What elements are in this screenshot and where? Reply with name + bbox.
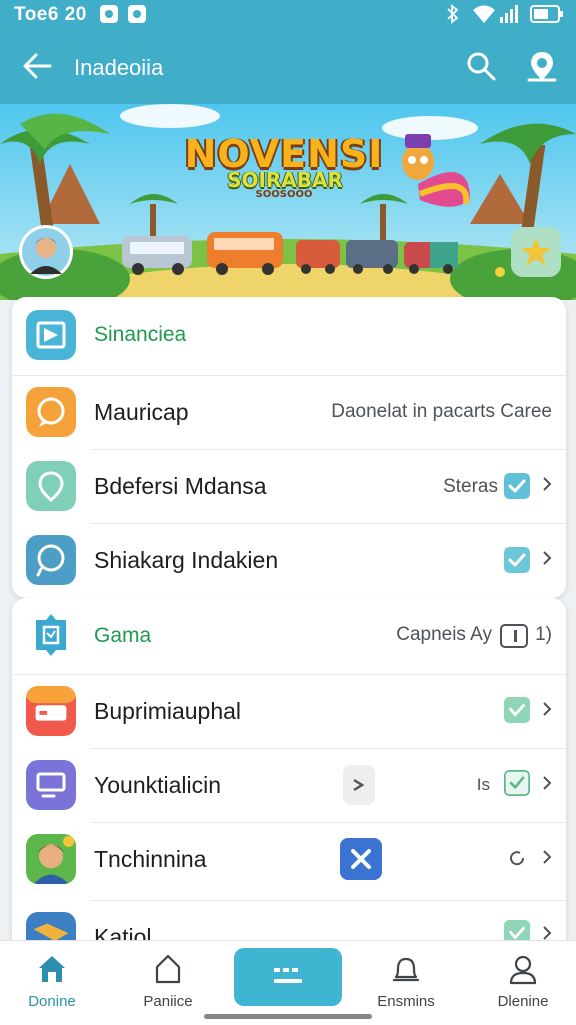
list-item-label: Mauricap (94, 399, 189, 425)
refresh-icon[interactable] (508, 849, 526, 867)
search-bubble-icon (26, 535, 76, 585)
nav-item-notifications[interactable]: Ensmins (351, 941, 461, 1025)
avatar[interactable] (18, 224, 74, 280)
character-avatar-icon (26, 834, 76, 884)
section-meta-2: 1) (535, 624, 552, 645)
nav-label: Ensmins (377, 993, 435, 1010)
section-header-row: Gama Capneis Ay 1) (12, 598, 566, 672)
game-icon (36, 614, 66, 656)
list-item[interactable]: Mauricap Daonelat in pacarts Caree (12, 375, 566, 449)
checkbox-checked[interactable] (504, 697, 530, 723)
chevron-right-icon (543, 551, 552, 565)
app-bar: Inadeoiia (0, 30, 576, 104)
home-indicator[interactable] (204, 1014, 372, 1019)
list-item-meta: Steras (443, 476, 498, 497)
section-header-row: Sinanciea (12, 297, 566, 371)
nav-item-bookmark[interactable]: Paniice (113, 941, 223, 1025)
list-item-label: Buprimiauphal (94, 698, 242, 724)
settings-card-1: Sinanciea Mauricap Daonelat in pacarts C… (12, 297, 566, 598)
nav-label: Dlenine (497, 993, 549, 1010)
battery-icon (530, 5, 563, 23)
list-item[interactable]: Shiakarg Indakien (12, 523, 566, 597)
section-meta: Capneis Ay (396, 624, 492, 645)
chevron-right-icon (543, 850, 552, 864)
checkbox-checked[interactable] (504, 547, 530, 573)
nav-item-home[interactable]: Donine (0, 941, 107, 1025)
home-icon (39, 956, 65, 982)
divider (90, 449, 566, 450)
promo-banner[interactable]: NOVENSI SOIRABAR SOOSOOO (0, 104, 576, 300)
bookmark-icon (155, 954, 181, 984)
divider (90, 900, 566, 901)
list-item-label: Shiakarg Indakien (94, 547, 279, 573)
divider (90, 748, 566, 749)
divider (90, 822, 566, 823)
star-badge-icon[interactable] (510, 226, 562, 278)
app-icon (26, 686, 76, 736)
close-icon[interactable] (340, 838, 382, 880)
signal-icon (500, 5, 518, 23)
page-title: Inadeoiia (74, 55, 164, 80)
chevron-right-icon (543, 776, 552, 790)
wifi-icon (473, 5, 495, 23)
notification-icon (100, 5, 118, 23)
divider (12, 375, 566, 376)
toggle-icon[interactable] (500, 624, 528, 648)
list-item[interactable]: Younktialicin Is (12, 748, 566, 822)
media-icon (26, 310, 76, 360)
bell-icon (392, 957, 420, 982)
section-label: Gama (94, 624, 152, 647)
divider (12, 674, 566, 675)
chat-bubble-icon (26, 387, 76, 437)
list-item-label: Younktialicin (94, 772, 222, 798)
checkbox-checked[interactable] (504, 473, 530, 499)
list-item[interactable]: Bdefersi Mdansa Steras (12, 449, 566, 523)
list-item-meta: Is (476, 775, 490, 794)
chevron-right-icon (543, 926, 552, 940)
bottom-nav: Donine Paniice Ensmins Dlenine (0, 940, 576, 1025)
back-arrow-icon[interactable] (22, 52, 52, 80)
menu-icon (274, 968, 302, 983)
list-item-label: Tnchinnina (94, 846, 207, 872)
list-item-label: Bdefersi Mdansa (94, 473, 267, 499)
status-time: Toe6 20 (14, 4, 87, 25)
nav-label: Paniice (143, 993, 193, 1010)
list-item[interactable]: Buprimiauphal (12, 674, 566, 748)
bluetooth-icon (447, 4, 459, 24)
status-bar: Toe6 20 (0, 0, 576, 30)
divider (90, 523, 566, 524)
section-label: Sinanciea (94, 323, 187, 346)
notification-icon (128, 5, 146, 23)
profile-icon (509, 955, 537, 985)
checkbox-checked[interactable] (504, 770, 530, 796)
list-item-meta: Daonelat in pacarts Caree (331, 401, 552, 422)
location-pin-icon[interactable] (527, 50, 557, 84)
list-item[interactable]: Tnchinnina (12, 822, 566, 896)
banner-tagline: SOOSOOO (255, 189, 313, 200)
chevron-right-icon (543, 477, 552, 491)
nav-item-profile[interactable]: Dlenine (468, 941, 576, 1025)
search-icon[interactable] (466, 51, 496, 81)
location-icon (26, 461, 76, 511)
arrow-badge-icon[interactable] (342, 764, 376, 806)
nav-label: Donine (28, 993, 76, 1010)
chevron-right-icon (543, 702, 552, 716)
settings-card-2: Gama Capneis Ay 1) Buprimiauphal Younkti… (12, 598, 566, 958)
menu-button[interactable] (234, 948, 342, 1006)
screen-icon (26, 760, 76, 810)
